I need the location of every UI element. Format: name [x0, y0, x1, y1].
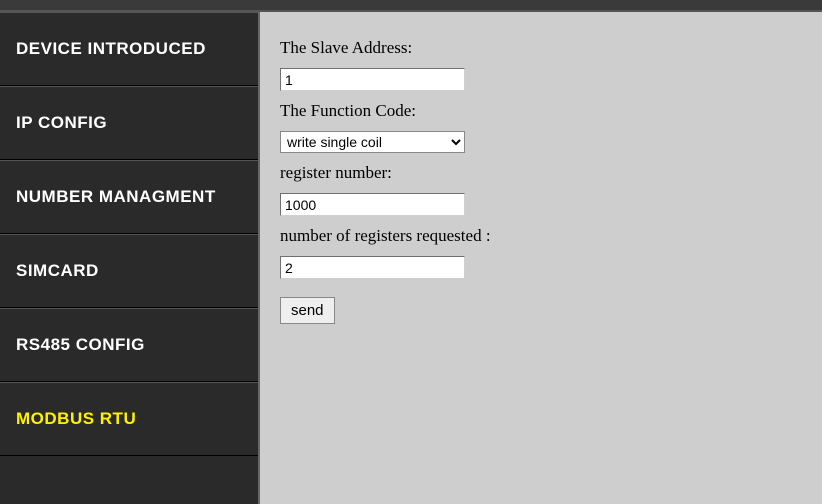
- sidebar-item-simcard[interactable]: SIMCARD: [0, 234, 258, 308]
- sidebar-item-modbus-rtu[interactable]: MODBUS RTU: [0, 382, 258, 456]
- num-registers-input[interactable]: [280, 256, 465, 279]
- sidebar-item-number-managment[interactable]: NUMBER MANAGMENT: [0, 160, 258, 234]
- num-registers-label: number of registers requested :: [280, 226, 802, 246]
- register-number-input[interactable]: [280, 193, 465, 216]
- sidebar: DEVICE INTRODUCED IP CONFIG NUMBER MANAG…: [0, 12, 258, 504]
- top-bar: [0, 0, 822, 12]
- sidebar-item-device-introduced[interactable]: DEVICE INTRODUCED: [0, 12, 258, 86]
- slave-address-label: The Slave Address:: [280, 38, 802, 58]
- sidebar-item-rs485-config[interactable]: RS485 CONFIG: [0, 308, 258, 382]
- register-number-label: register number:: [280, 163, 802, 183]
- send-button[interactable]: send: [280, 297, 335, 324]
- sidebar-item-ip-config[interactable]: IP CONFIG: [0, 86, 258, 160]
- function-code-label: The Function Code:: [280, 101, 802, 121]
- slave-address-input[interactable]: [280, 68, 465, 91]
- main-container: DEVICE INTRODUCED IP CONFIG NUMBER MANAG…: [0, 12, 822, 504]
- content-panel: The Slave Address: The Function Code: wr…: [258, 12, 822, 504]
- function-code-select[interactable]: write single coil: [280, 131, 465, 153]
